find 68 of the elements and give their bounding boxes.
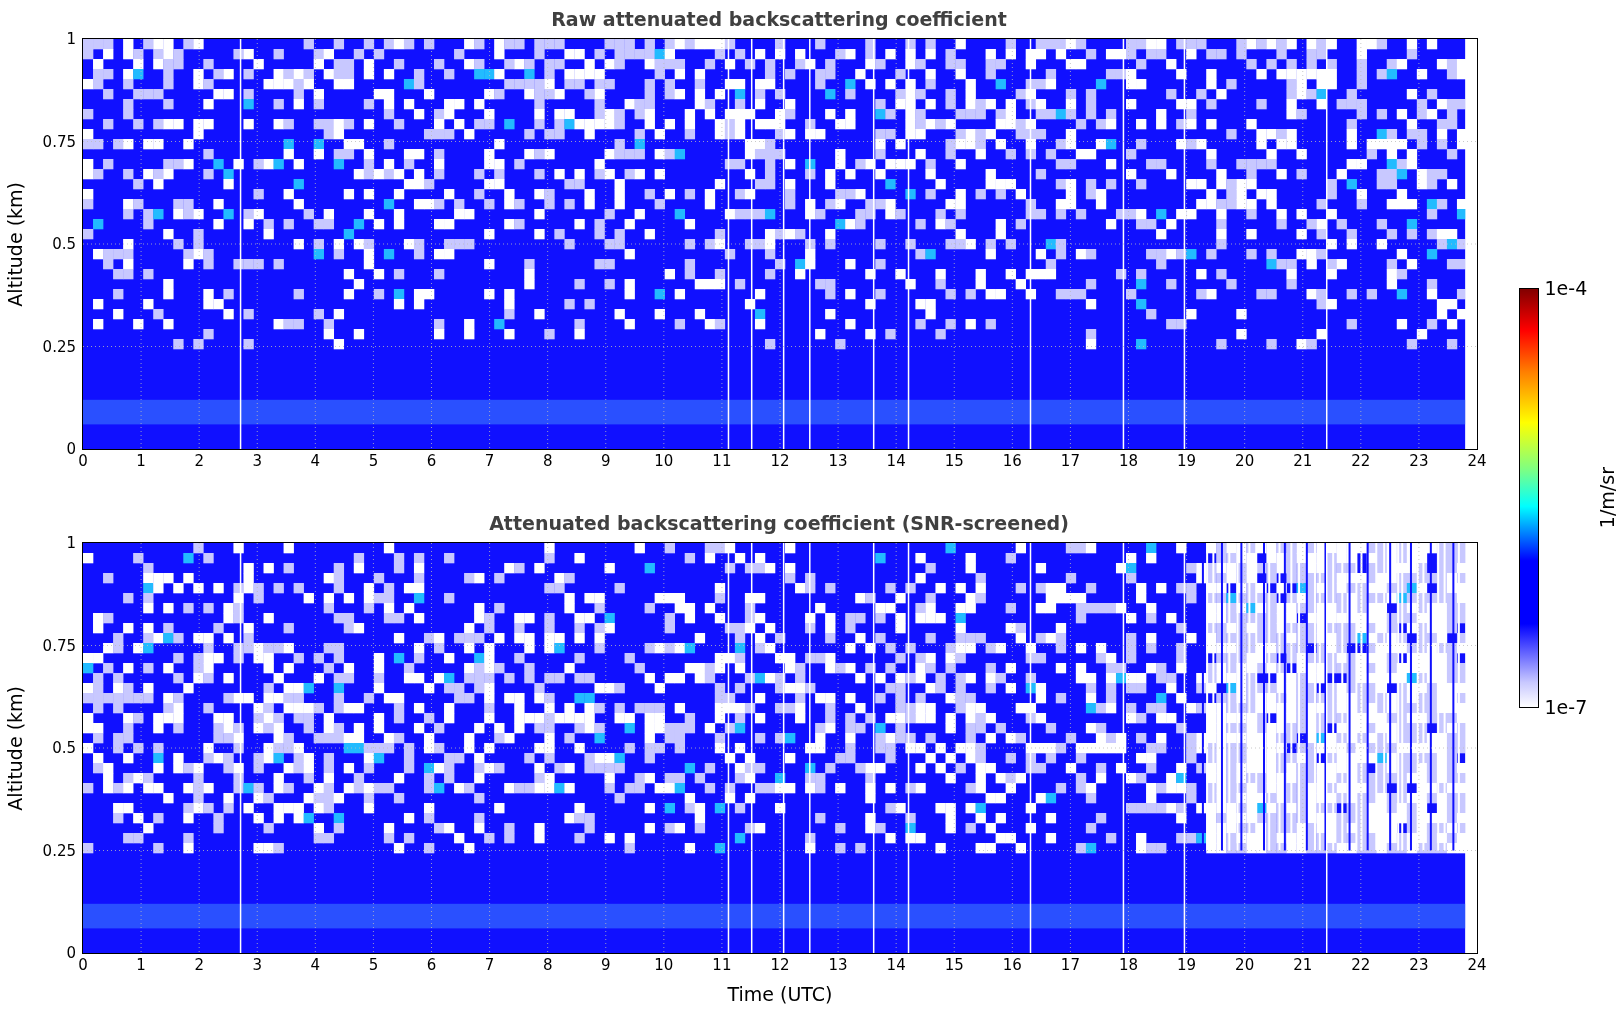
x-tick-label: 1 [136,958,146,973]
x-tick-label: 5 [368,454,379,469]
x-tick-label: 12 [770,958,790,973]
y-tick-label: 0.5 [52,236,76,252]
y-tick-label: 0 [66,945,76,961]
x-tick-label: 11 [712,958,732,973]
x-tick-label: 10 [654,958,674,973]
x-tick-label: 0 [78,958,88,973]
y-tick-label: 0.75 [42,638,76,653]
x-tick-label: 1 [136,454,146,469]
y-axis-label: Altitude (km) [2,685,27,811]
y-tick-label: 1 [66,535,76,551]
x-tick-label: 16 [1002,454,1022,469]
x-tick-label: 20 [1235,454,1255,469]
x-tick-label: 17 [1060,454,1080,469]
y-tick-label: 0.25 [42,339,76,354]
x-tick-label: 7 [484,454,495,469]
x-tick-label: 4 [310,958,321,973]
x-tick-label: 4 [310,454,321,469]
plot-title: Attenuated backscattering coefficient (SNR-screened) [489,510,1069,536]
y-tick-label: 0.25 [42,843,76,858]
x-tick-label: 13 [828,958,848,973]
x-tick-label: 2 [194,454,204,469]
y-tick-label: 1 [66,31,76,47]
y-tick-label: 0.5 [52,740,76,756]
x-tick-label: 13 [828,454,848,469]
x-tick-label: 15 [944,958,964,973]
x-tick-label: 5 [368,958,379,973]
x-tick-label: 21 [1293,958,1313,973]
x-axis-label: Time (UTC) [727,982,833,1007]
x-tick-label: 17 [1060,958,1080,973]
x-tick-label: 22 [1351,454,1371,469]
x-tick-label: 3 [252,958,262,973]
colorbar-max-label: 1e-4 [1544,279,1589,298]
x-tick-label: 9 [601,958,611,973]
x-tick-label: 6 [426,958,437,973]
x-tick-label: 8 [542,958,553,973]
colorbar-unit-label: 1/m/sr [1594,467,1619,529]
x-tick-label: 9 [601,454,611,469]
x-tick-label: 14 [886,958,906,973]
x-tick-label: 18 [1118,958,1139,973]
x-tick-label: 7 [484,958,495,973]
x-tick-label: 19 [1177,454,1197,469]
x-tick-label: 6 [426,454,437,469]
x-tick-label: 3 [252,454,262,469]
x-tick-label: 22 [1351,958,1371,973]
x-tick-label: 23 [1409,454,1429,469]
x-tick-label: 10 [654,454,674,469]
x-tick-label: 11 [712,454,732,469]
x-tick-label: 23 [1409,958,1429,973]
colorbar-min-label: 1e-7 [1544,698,1589,717]
x-tick-label: 8 [542,454,553,469]
x-tick-label: 2 [194,958,204,973]
y-tick-label: 0 [66,441,76,457]
y-tick-label: 0.75 [42,134,76,149]
x-tick-label: 15 [944,454,964,469]
x-tick-label: 24 [1467,958,1487,973]
x-tick-label: 18 [1118,454,1139,469]
x-tick-label: 21 [1293,454,1313,469]
x-tick-label: 20 [1235,958,1255,973]
x-tick-label: 14 [886,454,906,469]
x-tick-label: 24 [1467,454,1487,469]
y-axis-label: Altitude (km) [2,181,27,307]
x-tick-label: 0 [78,454,88,469]
x-tick-label: 19 [1177,958,1197,973]
x-tick-label: 16 [1002,958,1022,973]
plot-title: Raw attenuated backscattering coefficient [551,6,1007,32]
x-tick-label: 12 [770,454,790,469]
